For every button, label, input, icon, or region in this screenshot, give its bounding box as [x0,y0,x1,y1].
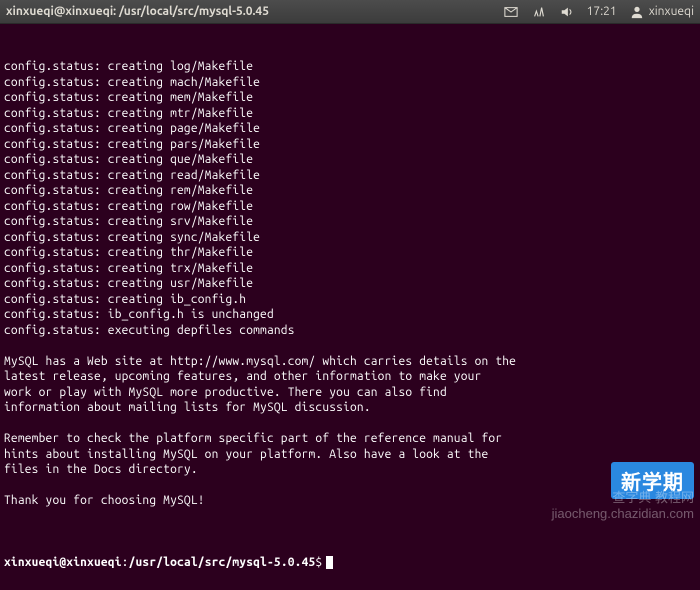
terminal-line: config.status: creating log/Makefile [4,59,696,75]
terminal-line: config.status: creating sync/Makefile [4,230,696,246]
system-tray: 17:21 xinxueqi [503,4,694,20]
terminal-line: files in the Docs directory. [4,462,696,478]
volume-icon[interactable] [559,4,575,20]
terminal-line: work or play with MySQL more productive.… [4,385,696,401]
top-menubar: xinxueqi@xinxueqi: /usr/local/src/mysql-… [0,0,700,24]
watermark-line1: 查字典 教程网 [552,487,694,506]
watermark-line2: jiaocheng.chazidian.com [552,506,694,521]
terminal-line: config.status: creating mem/Makefile [4,90,696,106]
terminal-line: config.status: creating rem/Makefile [4,183,696,199]
terminal-line: config.status: creating srv/Makefile [4,214,696,230]
prompt-colon: : [122,555,129,571]
overlay-watermark: 查字典 教程网 jiaocheng.chazidian.com [552,487,694,521]
terminal-line: config.status: creating read/Makefile [4,168,696,184]
prompt-line[interactable]: xinxueqi@xinxueqi:/usr/local/src/mysql-5… [4,555,696,571]
clock[interactable]: 17:21 [587,5,617,18]
mail-icon[interactable] [503,4,519,20]
prompt-symbol: $ [315,555,322,571]
terminal-line: config.status: ib_config.h is unchanged [4,307,696,323]
prompt-user: xinxueqi@xinxueqi [4,555,122,571]
terminal-line: hints about installing MySQL on your pla… [4,447,696,463]
terminal-line [4,338,696,354]
window-title: xinxueqi@xinxueqi: /usr/local/src/mysql-… [6,5,503,18]
terminal-line: MySQL has a Web site at http://www.mysql… [4,354,696,370]
terminal-line: config.status: creating trx/Makefile [4,261,696,277]
terminal-line: config.status: executing depfiles comman… [4,323,696,339]
terminal-line: information about mailing lists for MySQ… [4,400,696,416]
terminal-line: latest release, upcoming features, and o… [4,369,696,385]
terminal-line: config.status: creating mtr/Makefile [4,106,696,122]
terminal-line: config.status: creating thr/Makefile [4,245,696,261]
terminal-line: config.status: creating page/Makefile [4,121,696,137]
terminal-line: config.status: creating mach/Makefile [4,75,696,91]
cursor [326,556,333,569]
terminal-line [4,416,696,432]
terminal-line: config.status: creating pars/Makefile [4,137,696,153]
terminal-line: Remember to check the platform specific … [4,431,696,447]
terminal-line: config.status: creating que/Makefile [4,152,696,168]
user-icon [629,4,645,20]
terminal-line: config.status: creating row/Makefile [4,199,696,215]
username-label: xinxueqi [649,5,694,18]
terminal-line: config.status: creating usr/Makefile [4,276,696,292]
prompt-path: /usr/local/src/mysql-5.0.45 [129,555,316,571]
terminal-line: config.status: creating ib_config.h [4,292,696,308]
user-menu[interactable]: xinxueqi [629,4,694,20]
network-icon[interactable] [531,4,547,20]
